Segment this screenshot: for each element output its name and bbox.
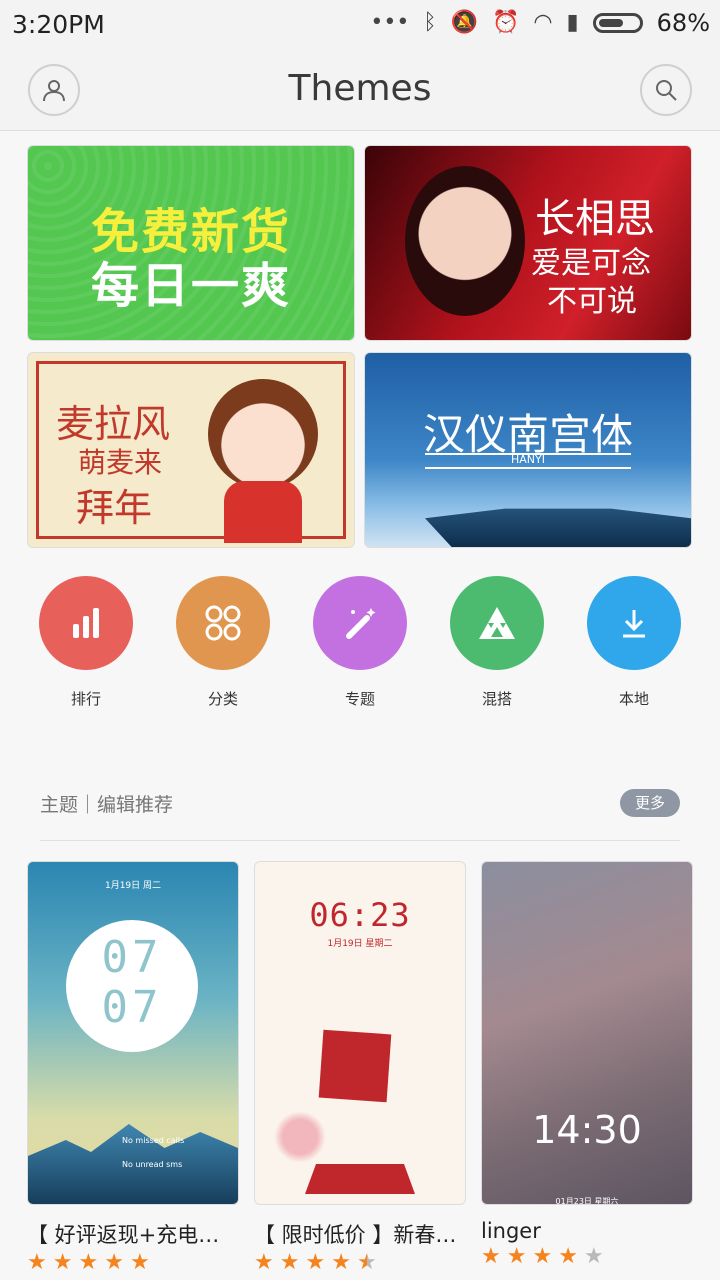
cartoon-girl	[208, 379, 318, 489]
star-icon: ★	[558, 1244, 578, 1269]
category-circle	[176, 576, 270, 670]
banner-text: 拜年	[76, 486, 153, 530]
search-icon	[656, 80, 677, 101]
paper-cut-flower	[265, 1112, 335, 1162]
cartoon-dress	[224, 481, 302, 543]
signal-icon: ▮	[566, 10, 579, 35]
banner-hanyi-font[interactable]: 汉仪南宫体 HANYI	[364, 352, 692, 548]
banner-text: 长相思	[535, 196, 655, 242]
star-icon: ★	[27, 1250, 47, 1275]
theme-card[interactable]: 06:23 1月19日 星期二 【 限时低价 】新春… ★ ★ ★ ★ ★	[254, 861, 466, 1275]
section-title: 主题｜编辑推荐	[40, 794, 174, 816]
theme-title: 【 好评返现+充电动…	[27, 1223, 239, 1247]
category-mix[interactable]: 混搭	[450, 576, 544, 709]
theme-card[interactable]: 14:30 01月23日 星期六 linger ★ ★ ★ ★ ★	[481, 861, 693, 1269]
category-circle	[587, 576, 681, 670]
magic-wand-icon	[346, 608, 376, 639]
category-topics[interactable]: 专题	[313, 576, 407, 709]
palace-roof	[425, 508, 691, 547]
divider	[40, 840, 680, 841]
theme-thumbnail: 14:30 01月23日 星期六	[481, 861, 693, 1205]
star-icon: ★	[279, 1250, 300, 1275]
banner-text: 麦拉风	[56, 402, 171, 446]
theme-title: 【 限时低价 】新春…	[254, 1223, 457, 1247]
star-icon: ★	[331, 1250, 351, 1275]
star-icon: ★	[583, 1244, 604, 1269]
banner-new-year[interactable]: 麦拉风 萌麦来 拜年	[27, 352, 355, 548]
banner-portrait	[405, 166, 525, 316]
lockscreen-time: 06:23	[309, 896, 411, 934]
wifi-icon: ◠	[533, 10, 553, 35]
lockscreen-note: No missed calls	[122, 1136, 185, 1145]
more-dots-icon: •••	[370, 10, 410, 35]
theme-card[interactable]: 1月19日 周二 07 07 No missed calls No unread…	[27, 861, 239, 1275]
grid-icon	[205, 605, 241, 641]
banner-text: 萌麦来	[78, 446, 163, 479]
paper-cut-gate	[305, 1164, 415, 1194]
lockscreen-date: 01月23日 星期六	[555, 1197, 619, 1205]
paper-cut-square	[318, 1029, 392, 1103]
lockscreen-note: No unread sms	[122, 1160, 183, 1169]
battery-percent: 68%	[656, 9, 710, 37]
star-icon: ★	[52, 1250, 73, 1275]
triangle-icon	[479, 607, 515, 639]
download-icon	[623, 610, 645, 638]
category-label: 排行	[70, 690, 101, 708]
clock-face: 07 07	[66, 920, 198, 1052]
category-circle	[450, 576, 544, 670]
star-icon: ★	[129, 1250, 150, 1275]
status-icons: ••• ᛒ 🔕 ⏰ ◠ ▮ 68%	[370, 8, 710, 38]
category-label: 专题	[344, 690, 375, 708]
search-button[interactable]	[640, 64, 692, 116]
category-label: 混搭	[481, 690, 512, 708]
category-label: 本地	[618, 690, 649, 708]
status-time: 3:20PM	[12, 10, 105, 39]
theme-title: linger	[481, 1219, 541, 1243]
banner-text: 每日一爽	[90, 258, 291, 314]
star-icon: ★	[532, 1244, 553, 1269]
star-icon: ★	[481, 1244, 501, 1269]
rating-stars: ★ ★ ★ ★ ★	[481, 1245, 693, 1269]
theme-thumbnail: 06:23 1月19日 星期二	[254, 861, 466, 1205]
alarm-icon: ⏰	[491, 10, 520, 35]
star-icon: ★	[254, 1250, 274, 1275]
banner-changxiangsi[interactable]: 长相思 爱是可念 不可说	[364, 145, 692, 341]
star-icon: ★	[104, 1250, 124, 1275]
rating-stars: ★ ★ ★ ★ ★	[27, 1251, 239, 1275]
category-classify[interactable]: 分类	[176, 576, 270, 709]
banner-subtext: HANYI	[425, 453, 631, 469]
category-circle	[39, 576, 133, 670]
category-local[interactable]: 本地	[587, 576, 681, 709]
mute-icon: 🔕	[450, 10, 478, 35]
category-ranking[interactable]: 排行	[39, 576, 133, 709]
bluetooth-icon: ᛒ	[423, 10, 437, 35]
banner-free-daily[interactable]: 免费新货 每日一爽	[27, 145, 355, 341]
bar-chart-icon	[73, 608, 99, 638]
app-header: Themes	[0, 52, 720, 131]
lockscreen-date: 1月19日 周二	[104, 881, 162, 891]
status-bar: 3:20PM ••• ᛒ 🔕 ⏰ ◠ ▮ 68%	[0, 0, 720, 52]
battery-icon	[592, 13, 643, 33]
clock-hours: 07	[101, 932, 163, 983]
star-icon: ★	[356, 1250, 377, 1275]
lockscreen-date: 1月19日 星期二	[327, 939, 393, 949]
more-button[interactable]: 更多	[620, 789, 680, 817]
clock-minutes: 07	[101, 982, 163, 1033]
banner-text: 不可说	[547, 284, 637, 319]
star-icon: ★	[305, 1250, 326, 1275]
page-title: Themes	[288, 68, 432, 109]
category-circle	[313, 576, 407, 670]
category-label: 分类	[207, 690, 238, 708]
theme-thumbnail: 1月19日 周二 07 07 No missed calls No unread…	[27, 861, 239, 1205]
star-icon: ★	[506, 1244, 527, 1269]
rating-stars: ★ ★ ★ ★ ★	[254, 1251, 466, 1275]
lockscreen-time: 14:30	[532, 1108, 642, 1152]
star-icon: ★	[78, 1250, 99, 1275]
